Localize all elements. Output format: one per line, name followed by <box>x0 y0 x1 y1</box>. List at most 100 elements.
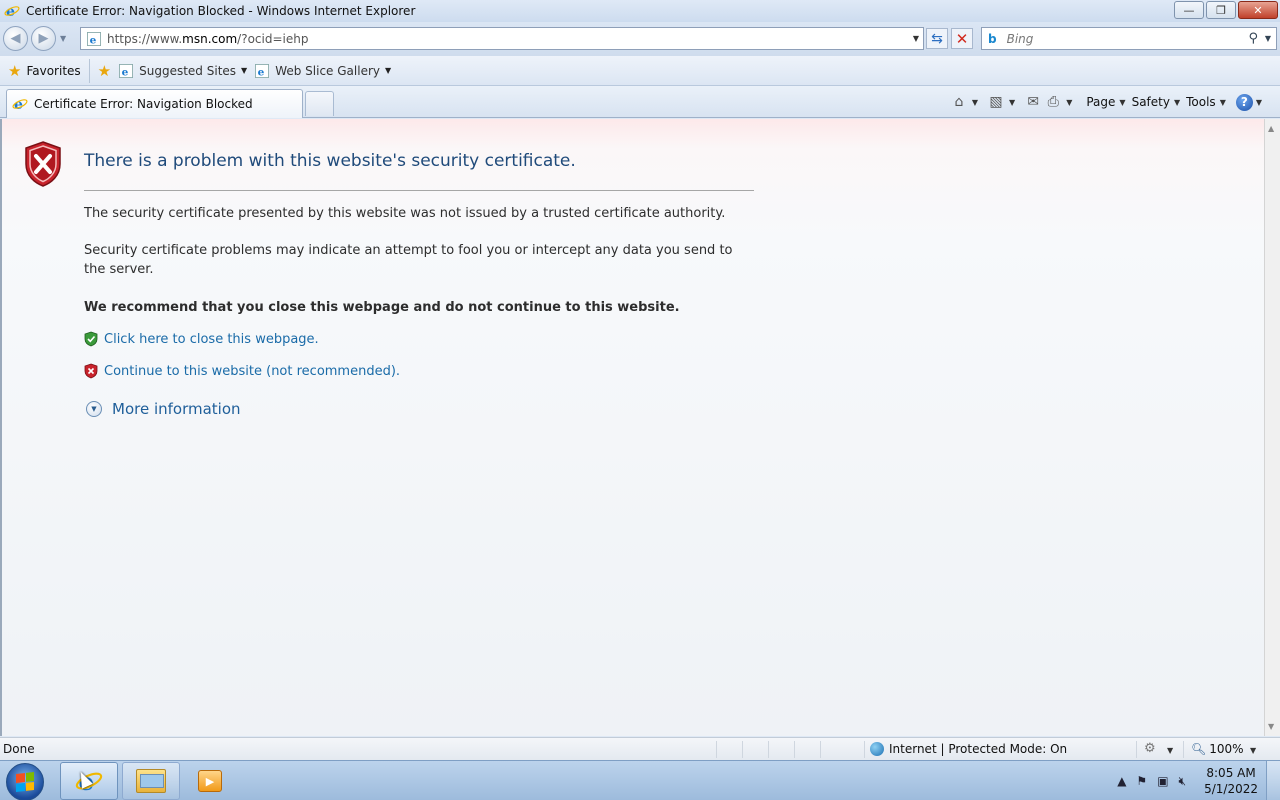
tools-menu[interactable]: Tools ▼ <box>1186 95 1226 109</box>
divider <box>84 190 754 191</box>
action-center-flag-icon[interactable]: ⚑ <box>1136 774 1147 788</box>
status-divider <box>1136 741 1137 758</box>
search-box[interactable]: b Bing ⚲ ▼ <box>981 27 1277 50</box>
web-slice-gallery-label: Web Slice Gallery <box>275 63 380 78</box>
security-zone[interactable]: Internet | Protected Mode: On <box>870 742 1067 756</box>
page-menu-label: Page <box>1086 95 1116 109</box>
expand-down-icon: ▼ <box>86 401 102 417</box>
more-information-label: More information <box>112 400 241 418</box>
search-options-dropdown-icon[interactable]: ▼ <box>1265 34 1271 43</box>
vertical-scrollbar[interactable]: ▲ ▼ <box>1264 119 1280 736</box>
security-shield-error-icon <box>25 141 61 187</box>
page-title: There is a problem with this website's s… <box>84 151 576 171</box>
web-slice-gallery-link[interactable]: e Web Slice Gallery ▼ <box>255 63 392 78</box>
title-bar: e Certificate Error: Navigation Blocked … <box>0 0 1280 22</box>
favorites-bar: ★ Favorites ★ e Suggested Sites ▼ e Web … <box>0 56 1280 86</box>
search-input[interactable]: Bing <box>1007 32 1034 46</box>
gear-dropdown-icon[interactable]: ▼ <box>1167 746 1173 755</box>
safety-menu-label: Safety <box>1131 95 1170 109</box>
scroll-up-arrow-icon[interactable]: ▲ <box>1268 124 1274 133</box>
svg-text:e: e <box>258 66 265 78</box>
minimize-button[interactable]: — <box>1174 1 1204 19</box>
status-divider <box>820 741 821 758</box>
red-shield-x-icon <box>84 363 98 379</box>
feeds-dropdown-icon[interactable]: ▼ <box>1009 98 1015 107</box>
folder-icon <box>136 769 166 793</box>
ie-logo-icon: e <box>4 3 20 19</box>
taskbar-media-player[interactable]: ▶ <box>185 762 235 800</box>
network-icon[interactable]: ▣ <box>1157 774 1168 788</box>
new-tab-button[interactable] <box>305 91 334 116</box>
status-bar: Done Internet | Protected Mode: On ⚙ ▼ 🔍… <box>0 737 1280 760</box>
close-webpage-link[interactable]: Click here to close this webpage. <box>104 332 319 347</box>
read-mail-icon[interactable]: ✉ <box>1023 92 1043 112</box>
status-divider <box>742 741 743 758</box>
bing-logo-icon: b <box>988 31 997 46</box>
chevron-down-icon: ▼ <box>1119 97 1126 107</box>
start-button[interactable] <box>6 763 44 800</box>
status-divider <box>768 741 769 758</box>
navigation-bar: ◀ ▶ ▼ e https://www.msn.com/?ocid=iehp ▼… <box>0 22 1280 56</box>
close-webpage-option[interactable]: Click here to close this webpage. <box>84 331 319 347</box>
safety-menu[interactable]: Safety ▼ <box>1132 95 1181 109</box>
address-host: msn.com <box>182 31 238 46</box>
suggested-sites-link[interactable]: e Suggested Sites ▼ <box>119 63 247 78</box>
page-menu[interactable]: Page ▼ <box>1086 95 1125 109</box>
window-title: Certificate Error: Navigation Blocked - … <box>26 4 416 18</box>
media-player-icon: ▶ <box>198 770 222 792</box>
windows-logo-icon <box>16 772 34 792</box>
feeds-icon[interactable]: ▧ <box>986 92 1006 112</box>
chevron-down-icon: ▼ <box>384 66 392 75</box>
clock-time: 8:05 AM <box>1206 766 1256 780</box>
status-divider <box>1183 741 1184 758</box>
print-dropdown-icon[interactable]: ▼ <box>1066 98 1072 107</box>
page-content: There is a problem with this website's s… <box>0 119 1264 736</box>
address-dropdown-icon[interactable]: ▼ <box>913 34 919 43</box>
tab-certificate-error[interactable]: e Certificate Error: Navigation Blocked <box>6 89 303 118</box>
address-input[interactable]: https://www.msn.com/?ocid=iehp <box>107 32 308 46</box>
help-icon[interactable]: ? <box>1235 93 1253 111</box>
zone-label: Internet | Protected Mode: On <box>889 742 1068 756</box>
tab-ie-icon: e <box>12 97 28 112</box>
address-bar[interactable]: e https://www.msn.com/?ocid=iehp ▼ <box>80 27 924 50</box>
zoom-dropdown-icon[interactable]: ▼ <box>1250 746 1256 755</box>
more-information-toggle[interactable]: ▼ More information <box>86 400 241 418</box>
status-divider <box>794 741 795 758</box>
help-dropdown-icon[interactable]: ▼ <box>1256 98 1262 107</box>
continue-option[interactable]: Continue to this website (not recommende… <box>84 363 400 379</box>
favorites-label: Favorites <box>26 63 81 78</box>
home-dropdown-icon[interactable]: ▼ <box>972 98 978 107</box>
forward-button[interactable]: ▶ <box>31 26 56 51</box>
close-window-button[interactable]: ✕ <box>1238 1 1278 19</box>
accelerator-gear-icon[interactable]: ⚙ <box>1144 741 1156 756</box>
restore-button[interactable]: ❐ <box>1206 1 1236 19</box>
back-arrow-icon: ◀ <box>10 31 21 46</box>
favorites-button[interactable]: ★ Favorites <box>8 58 90 83</box>
zoom-magnifier-icon: 🔍︎ <box>1191 742 1207 756</box>
recent-pages-dropdown-icon[interactable]: ▼ <box>60 34 66 43</box>
volume-muted-icon[interactable]: 🔇︎ <box>1179 774 1187 789</box>
green-shield-check-icon <box>84 331 98 347</box>
globe-icon <box>870 742 884 756</box>
recommendation-text: We recommend that you close this webpage… <box>84 300 680 315</box>
home-icon[interactable]: ⌂ <box>949 92 969 112</box>
stop-button[interactable]: ✕ <box>951 28 973 49</box>
show-desktop-button[interactable] <box>1266 761 1280 800</box>
show-hidden-icons-arrow[interactable]: ▲ <box>1117 774 1126 788</box>
clock[interactable]: 8:05 AM 5/1/2022 <box>1204 765 1258 797</box>
continue-to-website-link[interactable]: Continue to this website (not recommende… <box>104 364 400 379</box>
search-icon[interactable]: ⚲ <box>1248 31 1258 46</box>
print-icon[interactable]: ⎙ <box>1043 92 1063 112</box>
chevron-down-icon: ▼ <box>1219 97 1226 107</box>
status-divider <box>716 741 717 758</box>
taskbar-windows-explorer[interactable] <box>122 762 180 800</box>
svg-text:e: e <box>14 97 23 112</box>
address-suffix: /?ocid=iehp <box>237 31 309 46</box>
back-button[interactable]: ◀ <box>3 26 28 51</box>
refresh-button[interactable]: ⇆ <box>926 28 948 49</box>
tab-label: Certificate Error: Navigation Blocked <box>34 97 253 111</box>
zoom-control[interactable]: 🔍︎ 100% <box>1191 742 1244 756</box>
add-to-favorites-bar-icon[interactable]: ★ <box>98 62 111 80</box>
favorites-star-icon: ★ <box>8 61 22 80</box>
scroll-down-arrow-icon[interactable]: ▼ <box>1268 722 1274 731</box>
